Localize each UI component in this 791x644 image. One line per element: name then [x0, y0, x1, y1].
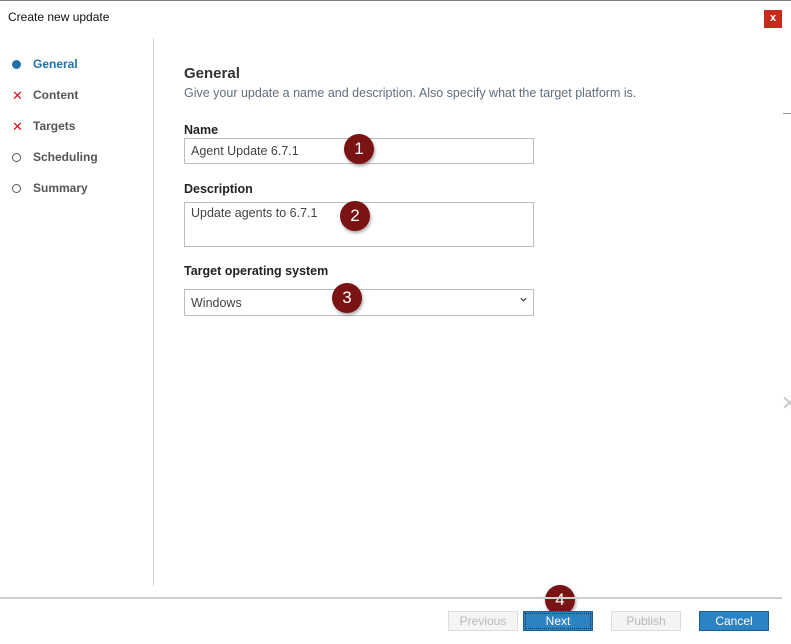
next-button[interactable]: Next: [523, 611, 593, 631]
name-label: Name: [184, 123, 219, 137]
empty-circle-icon: [12, 151, 24, 165]
partial-icon: ✕: [781, 393, 791, 415]
step-label: Summary: [33, 181, 88, 195]
cancel-button[interactable]: Cancel: [699, 611, 769, 631]
step-label: Content: [33, 88, 79, 102]
step-badge-3: 3: [332, 283, 362, 313]
target-os-label: Target operating system: [184, 264, 329, 278]
dialog-title: Create new update: [8, 10, 110, 24]
previous-button[interactable]: Previous: [448, 611, 518, 631]
resize-handle-icon: [783, 113, 791, 114]
description-label: Description: [184, 182, 253, 196]
publish-button[interactable]: Publish: [611, 611, 681, 631]
section-title: General: [184, 65, 240, 82]
close-icon: x: [769, 12, 777, 24]
step-summary[interactable]: Summary: [12, 180, 147, 200]
chevron-down-icon: [520, 297, 527, 302]
step-general[interactable]: General: [12, 56, 147, 76]
step-targets[interactable]: ✕ Targets: [12, 118, 147, 138]
step-label: Scheduling: [33, 150, 98, 164]
filled-dot-icon: [12, 58, 24, 72]
step-content[interactable]: ✕ Content: [12, 87, 147, 107]
section-description: Give your update a name and description.…: [184, 86, 637, 100]
footer-divider: [0, 597, 782, 599]
step-label: Targets: [33, 119, 76, 133]
close-button[interactable]: x: [764, 10, 782, 28]
empty-circle-icon: [12, 182, 24, 196]
dialog-title-bar: Create new update x: [0, 1, 791, 35]
step-badge-1: 1: [344, 134, 374, 164]
step-scheduling[interactable]: Scheduling: [12, 149, 147, 169]
target-os-value: Windows: [191, 296, 242, 310]
sidebar-divider: [153, 38, 154, 586]
step-label: General: [33, 57, 78, 71]
step-badge-2: 2: [340, 201, 370, 231]
x-icon: ✕: [12, 88, 23, 103]
x-icon: ✕: [12, 119, 23, 134]
